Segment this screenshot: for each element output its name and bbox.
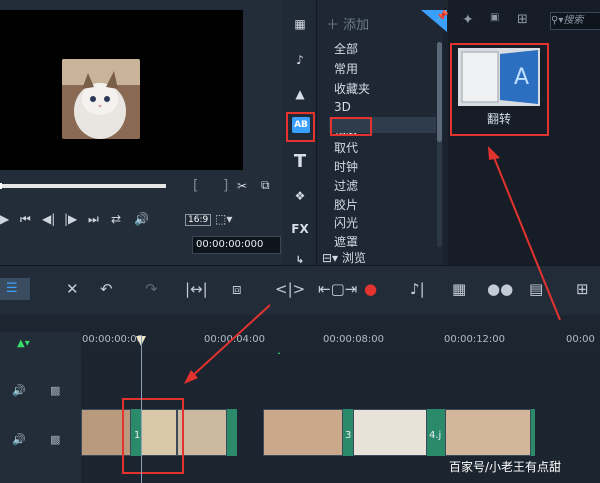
watermark: 百家号/小老王有点甜 (449, 460, 562, 474)
annotation-arrows (184, 146, 561, 384)
